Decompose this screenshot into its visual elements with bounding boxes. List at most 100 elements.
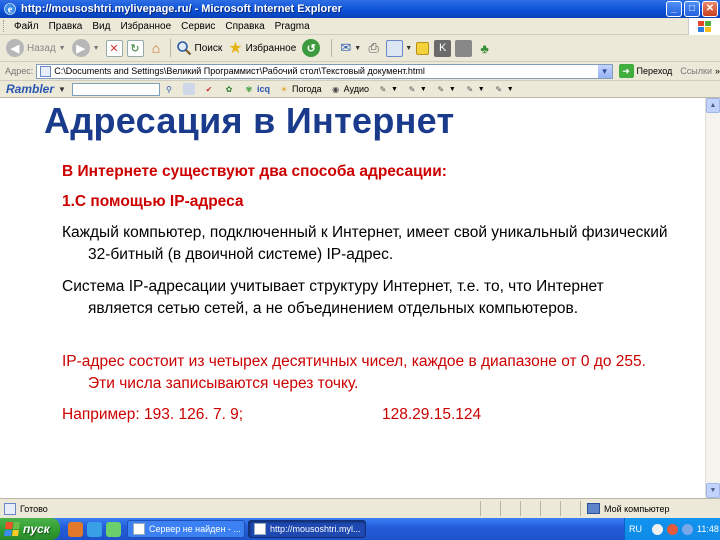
- rambler-icq[interactable]: ✾ icq: [243, 83, 270, 95]
- rambler-tool-icon: [182, 83, 195, 95]
- rambler-tool-6[interactable]: ✎ ▼: [435, 83, 456, 95]
- edit-icon[interactable]: [386, 39, 404, 57]
- favorites-star-icon: ★: [228, 40, 243, 57]
- edit-dropdown-icon[interactable]: ▼: [405, 45, 412, 52]
- quick-launch: [68, 521, 121, 537]
- rambler-search-input[interactable]: [71, 82, 160, 96]
- note-icon[interactable]: [416, 41, 430, 55]
- forward-dropdown-icon[interactable]: ▼: [93, 45, 100, 52]
- rambler-tool-1[interactable]: [182, 83, 195, 95]
- forward-arrow-icon: ▶: [71, 39, 90, 57]
- messenger-icon[interactable]: [455, 39, 473, 57]
- quick-launch-desktop-icon[interactable]: [106, 521, 121, 537]
- minimize-button[interactable]: _: [666, 1, 682, 17]
- windows-logo-icon: [688, 18, 720, 35]
- print-icon[interactable]: ⎙: [365, 40, 382, 57]
- go-button[interactable]: ➜ Переход: [618, 64, 672, 78]
- close-button[interactable]: ✕: [702, 1, 718, 17]
- rambler-mark-icon: ✔: [205, 84, 213, 94]
- weather-label: Погода: [291, 84, 322, 94]
- menu-edit[interactable]: Правка: [44, 21, 88, 32]
- refresh-icon[interactable]: ↻: [126, 39, 144, 57]
- rambler-extra-icon: ✎: [437, 84, 445, 94]
- search-button[interactable]: Поиск: [176, 40, 222, 56]
- task-window-icon: [254, 523, 266, 535]
- menubar-grip-icon[interactable]: [3, 20, 6, 32]
- paragraph-text: IP-адрес состоит из четырех десятичных ч…: [62, 353, 646, 392]
- mail-dropdown-icon[interactable]: ▼: [354, 45, 361, 52]
- weather-icon: ☀: [280, 84, 288, 94]
- language-indicator[interactable]: RU: [629, 524, 642, 534]
- quick-launch-browser-icon[interactable]: [68, 521, 83, 537]
- menu-view[interactable]: Вид: [87, 21, 115, 32]
- start-label: пуск: [23, 522, 50, 536]
- taskbar-item-mousoshtri[interactable]: http://mousoshtri.myl...: [248, 520, 366, 538]
- home-icon[interactable]: ⌂: [148, 40, 165, 57]
- dropdown-icon: ▼: [419, 85, 427, 93]
- favorites-label: Избранное: [245, 42, 297, 54]
- stop-icon[interactable]: ✕: [105, 39, 123, 57]
- status-panels: [480, 501, 580, 516]
- icq-label: icq: [256, 84, 270, 94]
- example-label: Например: 193. 126. 7. 9;: [62, 406, 244, 423]
- tray-volume-icon[interactable]: [682, 523, 693, 535]
- quick-launch-ie-icon[interactable]: [87, 521, 102, 537]
- page-content: Адресация в Интернет В Интернете существ…: [0, 98, 720, 498]
- mail-icon[interactable]: ✉: [337, 40, 354, 57]
- scroll-up-icon[interactable]: ▲: [706, 98, 720, 113]
- menu-favorites[interactable]: Избранное: [115, 21, 176, 32]
- rambler-extra-icon: ✎: [466, 84, 474, 94]
- page-icon: [40, 65, 52, 77]
- taskbar: пуск Сервер не найден - ... http://mouso…: [0, 518, 720, 540]
- back-button[interactable]: ◀ Назад ▼: [6, 39, 66, 57]
- rambler-tool-4[interactable]: ✎ ▼: [377, 83, 398, 95]
- rambler-tool-7[interactable]: ✎ ▼: [464, 83, 484, 95]
- title-bar[interactable]: e http://mousoshtri.mylivepage.ru/ - Mic…: [0, 0, 720, 18]
- rambler-dropdown-icon[interactable]: ▼: [58, 85, 66, 94]
- my-computer-icon: [587, 503, 600, 514]
- window-title: http://mousoshtri.mylivepage.ru/ - Micro…: [21, 3, 342, 15]
- toolbar-separator: [331, 39, 333, 57]
- address-url[interactable]: C:\Documents and Settings\Великий Програ…: [54, 66, 425, 76]
- status-bar: Готово Мой компьютер: [0, 498, 720, 518]
- rambler-tool-2[interactable]: ✔: [203, 83, 215, 95]
- start-button[interactable]: пуск: [0, 518, 60, 540]
- toolbar-separator: [169, 39, 171, 57]
- go-arrow-icon: ➜: [618, 64, 634, 78]
- address-field[interactable]: C:\Documents and Settings\Великий Програ…: [36, 63, 613, 79]
- windows-flag-icon: [4, 522, 20, 536]
- tray-security-icon[interactable]: [667, 523, 678, 535]
- rambler-tool-5[interactable]: ✎ ▼: [406, 83, 427, 95]
- clock[interactable]: 11:48: [697, 524, 719, 534]
- taskbar-item-server-not-found[interactable]: Сервер не найден - ...: [127, 520, 245, 538]
- rambler-weather[interactable]: ☀ Погода: [278, 83, 322, 95]
- task-label: http://mousoshtri.myl...: [270, 524, 361, 534]
- menu-tools[interactable]: Сервис: [176, 21, 220, 32]
- links-chevron-icon[interactable]: »: [715, 66, 720, 76]
- favorites-button[interactable]: ★ Избранное: [228, 38, 296, 58]
- menu-pragma[interactable]: Pragma: [270, 21, 315, 32]
- research-icon[interactable]: K: [434, 39, 452, 57]
- menu-file[interactable]: Файл: [9, 21, 44, 32]
- rambler-search-button[interactable]: ⚲: [163, 83, 175, 95]
- tray-network-icon[interactable]: [652, 523, 663, 535]
- back-label: Назад: [27, 42, 56, 54]
- address-dropdown-icon[interactable]: ▼: [597, 64, 612, 78]
- vertical-scrollbar[interactable]: ▲ ▼: [705, 98, 720, 498]
- dropdown-icon: ▼: [506, 85, 514, 93]
- rambler-toolbar: Rambler ▼ ⚲ ✔ ✿ ✾ icq ☀ Погода ◉ Аудио ✎…: [0, 81, 720, 98]
- maximize-button[interactable]: □: [684, 1, 700, 17]
- icq-flower-icon: ✾: [245, 84, 253, 94]
- links-label[interactable]: Ссылки: [680, 66, 712, 76]
- menu-help[interactable]: Справка: [220, 21, 269, 32]
- back-dropdown-icon[interactable]: ▼: [59, 45, 66, 52]
- audio-label: Аудио: [343, 84, 369, 94]
- forward-button[interactable]: ▶ ▼: [71, 39, 100, 57]
- rambler-tool-8[interactable]: ✎ ▼: [493, 83, 514, 95]
- people-icon[interactable]: ♣: [476, 40, 493, 57]
- rambler-tool-3[interactable]: ✿: [223, 83, 235, 95]
- rambler-audio[interactable]: ◉ Аудио: [330, 83, 369, 95]
- rambler-logo[interactable]: Rambler: [6, 82, 54, 96]
- scroll-down-icon[interactable]: ▼: [706, 483, 720, 498]
- history-icon[interactable]: ↺: [302, 39, 321, 57]
